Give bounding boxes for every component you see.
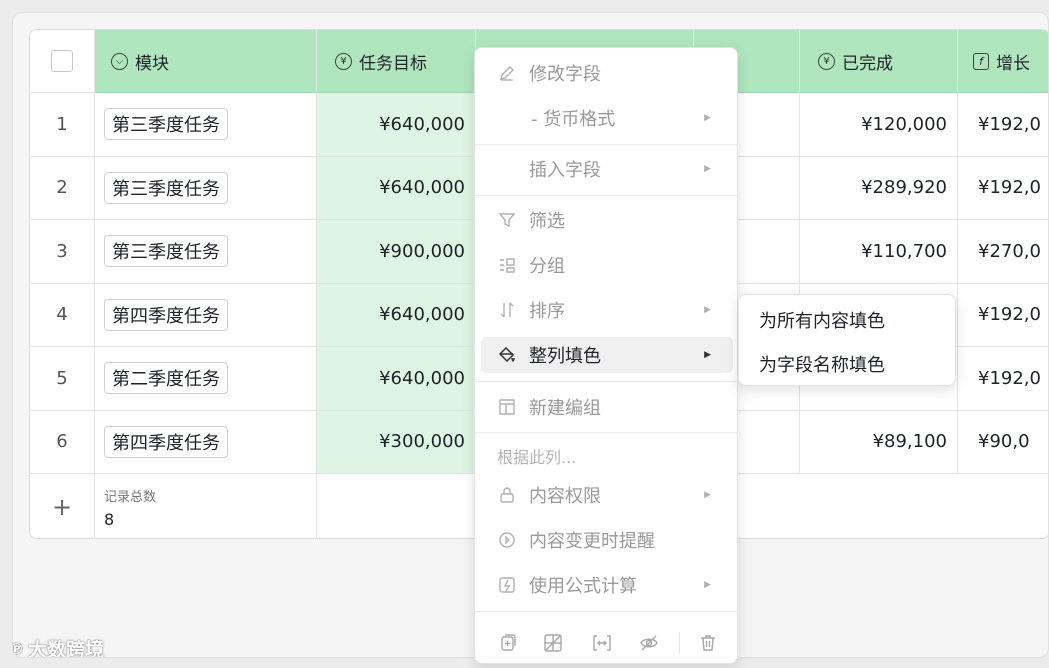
done-cell[interactable]: ¥289,920 [800,156,958,220]
menu-divider [475,381,739,382]
column-header-module[interactable]: ⌵ 模块 [95,30,317,93]
target-cell[interactable]: ¥640,000 [317,156,476,220]
pencil-icon [497,63,517,83]
menu-divider [475,195,739,196]
currency-icon: ¥ [818,52,835,70]
menu-item-insert-field[interactable]: 插入字段 ▶ [481,151,733,187]
record-count-label: 记录总数 [104,489,157,505]
module-cell[interactable]: 第四季度任务 [95,410,317,474]
menu-item-fill-column[interactable]: 整列填色 ▶ [481,337,733,373]
submenu-item-fill-name[interactable]: 为字段名称填色 [759,351,885,377]
target-cell[interactable]: ¥900,000 [317,220,476,284]
done-cell[interactable]: ¥110,700 [800,220,958,284]
column-header-label: 已完成 [842,53,893,74]
alert-clock-icon [497,530,517,550]
menu-item-group[interactable]: 分组 [481,247,733,283]
module-cell[interactable]: 第四季度任务 [95,283,317,347]
watermark: ℗ 大数跨境 [13,635,105,658]
module-tag: 第四季度任务 [104,425,228,458]
growth-cell[interactable]: ¥192,0 [958,157,1048,220]
lock-icon [497,485,517,505]
select-all-checkbox[interactable] [51,50,73,72]
duplicate-icon[interactable] [496,632,518,654]
column-header-growth[interactable]: f 增长 [958,30,1048,93]
row-number: 6 [30,410,95,474]
row-number: 4 [30,283,95,347]
action-bar-divider [679,632,680,654]
menu-item-sort[interactable]: 排序 ▶ [481,292,733,328]
sort-icon [497,300,517,320]
growth-cell[interactable]: ¥192,0 [958,347,1048,411]
column-header-label: 任务目标 [359,53,427,74]
module-cell[interactable]: 第三季度任务 [95,156,317,220]
menu-item-edit-field[interactable]: 修改字段 [481,55,733,91]
menu-divider [475,144,739,145]
column-header-label: 增长 [996,53,1030,74]
record-count: 记录总数 8 [95,474,317,538]
add-record-button[interactable]: + [30,474,95,538]
target-cell[interactable]: ¥300,000 [317,410,476,474]
menu-item-formula[interactable]: 使用公式计算 ▶ [481,567,733,603]
module-tag: 第二季度任务 [104,362,228,395]
chevron-right-icon: ▶ [704,113,711,123]
row-number: 2 [30,156,95,220]
column-header-target[interactable]: ¥ 任务目标 [317,30,476,93]
growth-cell[interactable]: ¥90,0 [958,411,1048,474]
row-number: 5 [30,347,95,411]
module-cell[interactable]: 第三季度任务 [95,93,317,157]
done-cell[interactable]: ¥120,000 [800,93,958,157]
module-cell[interactable]: 第二季度任务 [95,347,317,411]
module-tag: 第三季度任务 [104,171,228,204]
currency-icon: ¥ [335,52,352,70]
formula-icon: f [973,52,989,70]
module-tag: 第四季度任务 [104,298,228,331]
filter-icon [497,210,517,230]
menu-item-filter[interactable]: 筛选 [481,202,733,238]
menu-divider [475,611,739,612]
growth-cell[interactable]: ¥192,0 [958,284,1048,347]
menu-item-permissions[interactable]: 内容权限 ▶ [481,477,733,513]
chevron-right-icon: ▶ [704,164,711,174]
menu-section-label: 根据此列... [497,448,577,467]
column-context-menu: 修改字段 - 货币格式 ▶ 插入字段 ▶ 筛选 分组 排序 ▶ 整列填色 ▶ 新… [474,47,739,664]
menu-action-bar [475,622,739,664]
menu-divider [475,432,739,433]
target-cell[interactable]: ¥640,000 [317,283,476,347]
paint-bucket-icon [497,345,517,365]
done-cell[interactable]: ¥89,100 [800,410,958,474]
submenu-item-fill-all[interactable]: 为所有内容填色 [759,307,885,333]
group-icon [497,255,517,275]
freeze-column-icon[interactable] [542,632,564,654]
column-header-label: 模块 [135,53,169,74]
growth-cell[interactable]: ¥192,0 [958,93,1048,157]
menu-item-change-alert[interactable]: 内容变更时提醒 [481,522,733,558]
formula-lightning-icon [497,575,517,595]
row-number: 3 [30,220,95,284]
menu-item-currency-format[interactable]: - 货币格式 ▶ [481,100,733,136]
module-cell[interactable]: 第三季度任务 [95,220,317,284]
growth-cell[interactable]: ¥270,0 [958,220,1048,284]
trash-icon[interactable] [697,632,719,654]
chevron-right-icon: ▶ [704,305,711,315]
circle-chevron-icon: ⌵ [111,52,128,70]
watermark-logo-icon: ℗ [13,640,24,658]
menu-item-new-group[interactable]: 新建编组 [481,389,733,425]
row-number: 1 [30,93,95,157]
record-count-value: 8 [104,509,115,529]
chevron-right-icon: ▶ [704,490,711,500]
column-header-done[interactable]: ¥ 已完成 [800,30,958,93]
module-tag: 第三季度任务 [104,235,228,268]
watermark-text: 大数跨境 [28,639,105,658]
layout-group-icon [497,397,517,417]
module-tag: 第三季度任务 [104,108,228,141]
fill-color-submenu: 为所有内容填色 为字段名称填色 [738,294,956,386]
chevron-right-icon: ▶ [704,580,711,590]
chevron-right-icon: ▶ [704,350,711,360]
fit-width-icon[interactable] [591,632,613,654]
target-cell[interactable]: ¥640,000 [317,347,476,411]
target-cell[interactable]: ¥640,000 [317,93,476,157]
select-all-cell [30,30,95,93]
hide-field-icon[interactable] [638,632,660,654]
